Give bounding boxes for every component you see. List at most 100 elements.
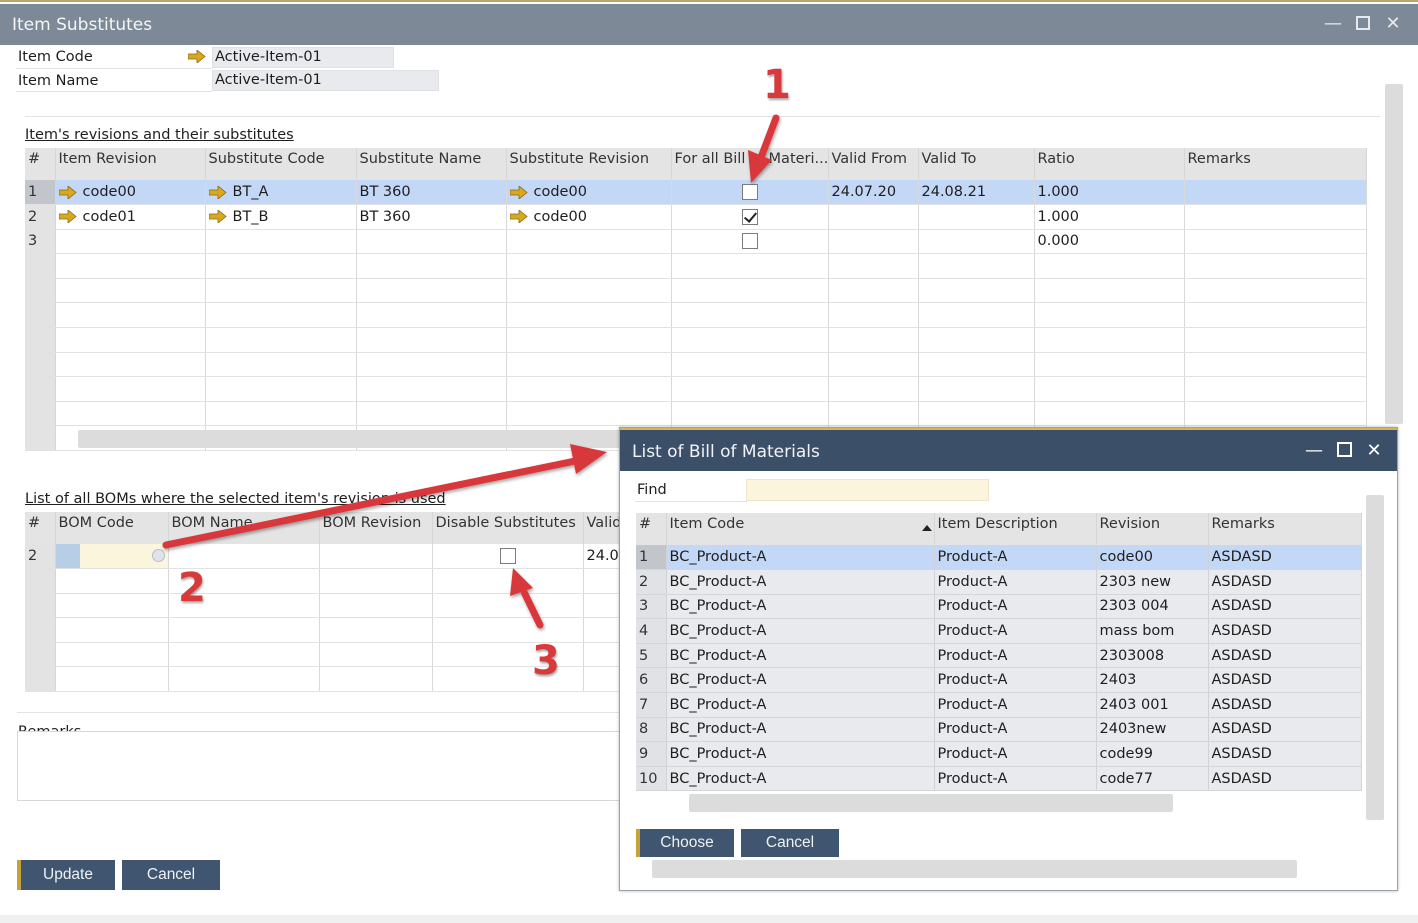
item-description-cell[interactable]: Product-A <box>934 741 1097 767</box>
empty-cell[interactable] <box>205 401 357 427</box>
empty-cell[interactable] <box>168 617 320 643</box>
empty-cell[interactable] <box>356 352 507 378</box>
remarks-cell[interactable]: ASDASD <box>1208 643 1362 669</box>
substitute-revision-cell[interactable]: code00 <box>506 204 672 230</box>
dialog-bottom-scrollbar[interactable] <box>652 860 1297 878</box>
remarks-cell[interactable]: ASDASD <box>1208 741 1362 767</box>
item-code-field[interactable]: Active-Item-01 <box>212 47 394 68</box>
table-row[interactable]: 224.07 <box>25 544 621 570</box>
column-header-revision[interactable]: Revision <box>1096 513 1209 545</box>
empty-cell[interactable] <box>205 278 357 304</box>
table-row[interactable]: 9 BC_Product-A Product-A code99 ASDASD <box>636 741 1362 767</box>
empty-cell[interactable] <box>671 327 829 353</box>
empty-cell[interactable] <box>918 376 1035 402</box>
empty-cell[interactable] <box>506 253 672 279</box>
checkbox-unchecked[interactable] <box>499 548 516 565</box>
dialog-horizontal-scrollbar[interactable] <box>689 794 1173 812</box>
empty-cell[interactable] <box>356 302 507 329</box>
bom-revision-cell[interactable] <box>319 544 433 570</box>
choose-button[interactable]: Choose <box>636 829 734 857</box>
column-header-number[interactable]: # <box>25 512 56 544</box>
row-number[interactable]: 5 <box>636 643 667 669</box>
empty-cell[interactable] <box>356 253 507 279</box>
empty-cell[interactable] <box>205 253 357 279</box>
empty-cell[interactable] <box>583 617 621 643</box>
empty-cell[interactable] <box>55 593 169 619</box>
empty-cell[interactable] <box>1034 352 1185 378</box>
item-description-cell[interactable]: Product-A <box>934 545 1097 571</box>
empty-cell[interactable] <box>918 302 1035 329</box>
table-row[interactable] <box>25 327 1367 353</box>
item-code-cell[interactable]: BC_Product-A <box>666 766 935 792</box>
dialog-close-button[interactable]: ✕ <box>1363 439 1385 463</box>
table-row[interactable] <box>25 642 621 668</box>
table-row[interactable]: 8 BC_Product-A Product-A 2403new ASDASD <box>636 717 1362 743</box>
table-row[interactable] <box>25 568 621 594</box>
ratio-cell[interactable]: 1.000 <box>1034 180 1185 206</box>
item-description-cell[interactable]: Product-A <box>934 594 1097 620</box>
empty-cell[interactable] <box>356 401 507 427</box>
item-code-cell[interactable]: BC_Product-A <box>666 618 935 644</box>
empty-cell[interactable] <box>55 327 206 353</box>
remarks-cell[interactable]: ASDASD <box>1208 692 1362 718</box>
link-arrow-icon[interactable] <box>58 210 77 224</box>
empty-cell[interactable] <box>583 666 621 693</box>
empty-cell[interactable] <box>168 593 320 619</box>
empty-cell[interactable] <box>432 617 584 643</box>
column-header-disable-substitutes[interactable]: Disable Substitutes <box>432 512 584 544</box>
empty-cell[interactable] <box>671 302 829 329</box>
item-description-cell[interactable]: Product-A <box>934 692 1097 718</box>
substitute-name-cell[interactable]: BT 360 <box>356 180 507 206</box>
revision-cell[interactable]: 2303008 <box>1096 643 1209 669</box>
cancel-button[interactable]: Cancel <box>122 860 220 890</box>
item-description-cell[interactable]: Product-A <box>934 618 1097 644</box>
row-number[interactable]: 3 <box>25 229 56 255</box>
row-number[interactable]: 9 <box>636 741 667 767</box>
table-row[interactable] <box>25 593 621 619</box>
revision-cell[interactable]: code99 <box>1096 741 1209 767</box>
column-header-item-description[interactable]: Item Description <box>934 513 1097 545</box>
item-code-cell[interactable]: BC_Product-A <box>666 545 935 571</box>
substitute-name-cell[interactable]: BT 360 <box>356 204 507 230</box>
revision-cell[interactable]: 2403 001 <box>1096 692 1209 718</box>
empty-cell[interactable] <box>432 568 584 594</box>
empty-cell[interactable] <box>55 617 169 643</box>
column-header-valid-from[interactable]: Valid From <box>828 148 919 180</box>
revision-cell[interactable]: mass bom <box>1096 618 1209 644</box>
item-description-cell[interactable]: Product-A <box>934 667 1097 694</box>
dialog-cancel-button[interactable]: Cancel <box>741 829 839 857</box>
valid-to-cell[interactable]: 24.08.21 <box>918 180 1035 206</box>
empty-cell[interactable] <box>319 568 433 594</box>
table-row[interactable] <box>25 401 1367 427</box>
item-description-cell[interactable]: Product-A <box>934 717 1097 743</box>
checkbox-unchecked[interactable] <box>741 184 758 201</box>
row-number[interactable]: 2 <box>636 569 667 595</box>
row-number[interactable]: 3 <box>636 594 667 620</box>
empty-cell[interactable] <box>1034 401 1185 427</box>
empty-cell[interactable] <box>432 593 584 619</box>
empty-cell[interactable] <box>583 568 621 594</box>
item-revision-cell[interactable]: code00 <box>55 180 206 206</box>
empty-cell[interactable] <box>356 327 507 353</box>
valid-cell[interactable]: 24.07 <box>583 544 621 570</box>
remarks-cell[interactable]: ASDASD <box>1208 545 1362 571</box>
checkbox-unchecked[interactable] <box>741 233 758 250</box>
empty-cell[interactable] <box>55 642 169 668</box>
main-vertical-scrollbar[interactable] <box>1385 84 1403 424</box>
empty-cell[interactable] <box>506 401 672 427</box>
empty-cell[interactable] <box>506 327 672 353</box>
item-revision-cell[interactable]: code01 <box>55 204 206 230</box>
item-code-cell[interactable]: BC_Product-A <box>666 692 935 718</box>
item-revision-cell[interactable] <box>55 229 206 255</box>
table-row[interactable]: 5 BC_Product-A Product-A 2303008 ASDASD <box>636 643 1362 669</box>
empty-cell[interactable] <box>319 593 433 619</box>
column-header-bom-code[interactable]: BOM Code <box>55 512 169 544</box>
table-row[interactable]: 7 BC_Product-A Product-A 2403 001 ASDASD <box>636 692 1362 718</box>
bom-code-cell[interactable] <box>55 544 169 570</box>
remarks-cell[interactable]: ASDASD <box>1208 569 1362 595</box>
column-header-remarks[interactable]: Remarks <box>1208 513 1362 545</box>
column-header-valid[interactable]: Valid <box>583 512 621 544</box>
empty-cell[interactable] <box>55 568 169 594</box>
empty-cell[interactable] <box>1034 376 1185 402</box>
empty-cell[interactable] <box>55 376 206 402</box>
